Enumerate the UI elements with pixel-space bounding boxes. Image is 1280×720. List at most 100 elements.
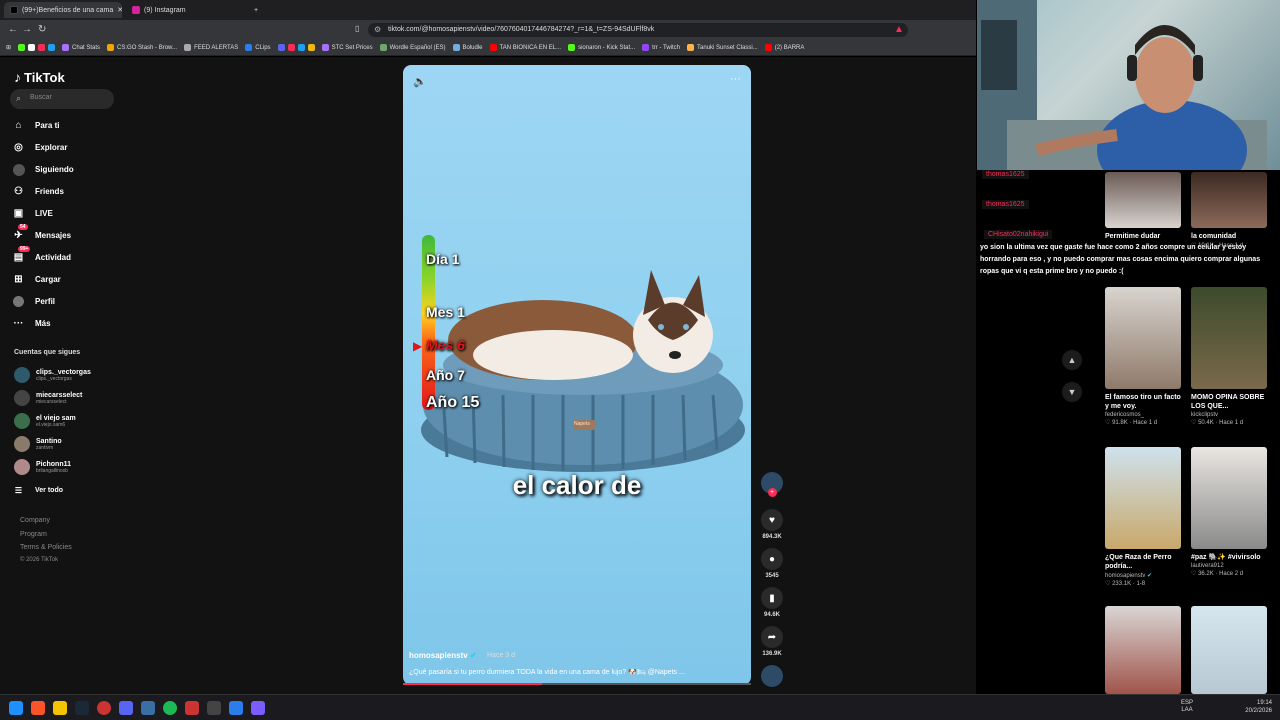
recommended-video[interactable]: MOMO OPINA SOBRE LOS QUE... kickclipstv …	[1191, 287, 1267, 426]
app-icon[interactable]	[251, 701, 265, 715]
footer-link-terms[interactable]: Terms & Policies	[20, 544, 72, 551]
stage-label: Año 7	[426, 367, 465, 383]
nav-item-mas[interactable]: ··· Más	[12, 317, 51, 330]
music-disc-button[interactable]	[758, 665, 786, 687]
recommended-video[interactable]: El famoso tiro un facto y me voy. federi…	[1105, 287, 1181, 426]
tiktok-logo[interactable]: ♪ TikTok	[14, 69, 65, 85]
recommended-video[interactable]	[1105, 606, 1181, 694]
nav-item-siguiendo[interactable]: Siguiendo	[12, 163, 74, 176]
followed-account[interactable]: el viejo sam el.viejo.sam6	[14, 413, 76, 429]
recommended-video[interactable]: #paz 🐘✨ #vivirsolo lautivera912 ♡ 36.2K …	[1191, 447, 1267, 577]
profile-icon	[12, 295, 25, 308]
see-all-link[interactable]: ☰ Ver todo	[12, 484, 63, 497]
scroll-down-button[interactable]: ▼	[1062, 382, 1082, 402]
avatar	[14, 390, 30, 406]
brave-browser-icon[interactable]	[31, 701, 45, 715]
bookmark-item[interactable]: TAN BIONICA EN EL...	[489, 44, 561, 51]
start-menu-icon[interactable]	[9, 701, 23, 715]
recommended-video[interactable]: ¿Que Raza de Perro podría... homosapiens…	[1105, 447, 1181, 587]
bookmark-item[interactable]: (2) BARRA	[764, 44, 804, 51]
tab-title: (99+)Beneficios de una cama	[22, 6, 114, 14]
bookmark-item[interactable]: Tanuki Sunset Classi...	[687, 44, 758, 51]
creator-avatar-button[interactable]: +	[758, 472, 786, 497]
bookmark-item[interactable]: Boludle	[452, 44, 483, 51]
forward-icon[interactable]: →	[22, 24, 32, 35]
comment-button[interactable]: ● 3545	[758, 548, 786, 579]
avatar	[14, 413, 30, 429]
site-info-icon[interactable]: ⚙	[374, 25, 381, 34]
footer-link-company[interactable]: Company	[20, 517, 50, 524]
obs-icon[interactable]	[97, 701, 111, 715]
bookmark-item[interactable]: FEED ALERTAS	[184, 44, 238, 51]
browser-tab-bar: (99+)Beneficios de una cama ✕ (9) Instag…	[0, 0, 976, 20]
followed-account[interactable]: miecarsselect miecarsselect	[14, 390, 82, 406]
url-text: tiktok.com/@homosapienstv/video/76076040…	[388, 26, 655, 33]
bookmark-icon[interactable]: ▯	[355, 24, 359, 33]
like-count: 894.3K	[762, 534, 782, 540]
followed-account[interactable]: clips._vectorgas clips._vectorgas	[14, 367, 91, 383]
browser-tab-tiktok[interactable]: (99+)Beneficios de una cama ✕	[4, 2, 122, 18]
stage-label: Mes 1	[426, 304, 465, 320]
new-tab-button[interactable]: +	[248, 2, 264, 18]
video-thumbnail	[1105, 447, 1181, 549]
share-button[interactable]: ➦ 136.9K	[758, 626, 786, 657]
search-input[interactable]: ⌕ Buscar	[10, 89, 114, 109]
bookmark-item[interactable]: CLips	[245, 44, 271, 51]
steam-icon[interactable]	[75, 701, 89, 715]
app-icon[interactable]	[185, 701, 199, 715]
footer-link-program[interactable]: Program	[20, 531, 47, 538]
app-icon[interactable]	[229, 701, 243, 715]
nav-item-mensajes[interactable]: ✈ 54 Mensajes	[12, 224, 71, 242]
upload-icon: ⊞	[14, 274, 23, 285]
spotify-icon[interactable]	[163, 701, 177, 715]
nav-item-actividad[interactable]: ▤ 99+ Actividad	[12, 246, 71, 264]
recommended-video[interactable]: la comunidad ♡ 10.1K · Hace 1 d	[1191, 172, 1267, 249]
video-progress-bar[interactable]	[403, 683, 751, 685]
discord-icon[interactable]	[119, 701, 133, 715]
verified-icon: ✔	[469, 651, 477, 660]
followed-account[interactable]: Pichonn11 brilangallinosb	[14, 459, 71, 475]
more-options-icon[interactable]: ···	[730, 73, 741, 85]
bookmark-item[interactable]: CS:GO Stash - Brow...	[107, 44, 177, 51]
recommended-video[interactable]: Permitime dudar	[1105, 172, 1181, 241]
bookmark-item[interactable]	[18, 44, 56, 51]
app-icon[interactable]	[207, 701, 221, 715]
nav-item-perfil[interactable]: Perfil	[12, 295, 55, 308]
bookmark-item[interactable]: STC Set Prices	[321, 44, 373, 51]
url-bar[interactable]: ⚙ tiktok.com/@homosapienstv/video/760760…	[368, 23, 908, 37]
bookmark-item[interactable]: Wordle Español (ES)	[379, 44, 446, 51]
nav-item-explorar[interactable]: ◎ Explorar	[12, 141, 67, 154]
nav-item-friends[interactable]: ⚇ Friends	[12, 185, 64, 198]
nav-item-cargar[interactable]: ⊞ Cargar	[12, 273, 61, 286]
apps-grid-icon[interactable]: ⊞	[6, 44, 11, 51]
file-explorer-icon[interactable]	[53, 701, 67, 715]
video-description[interactable]: ¿Qué pasaría si tu perro durmiera TODA l…	[409, 668, 739, 676]
brave-shield-icon[interactable]: ▲	[894, 24, 904, 35]
followed-account[interactable]: Santino zantivm	[14, 436, 62, 452]
video-author[interactable]: homosapienstv ✔	[409, 651, 477, 660]
scroll-up-button[interactable]: ▲	[1062, 350, 1082, 370]
nav-item-para-ti[interactable]: ⌂ Para ti	[12, 119, 59, 132]
compass-icon: ◎	[14, 142, 23, 153]
app-icon[interactable]	[141, 701, 155, 715]
list-icon: ☰	[14, 486, 23, 495]
chat-username: CHisato02nahikigui	[984, 230, 1053, 239]
bookmark-item[interactable]: Chat Stats	[62, 44, 100, 51]
recommended-video[interactable]	[1191, 606, 1267, 694]
close-tab-icon[interactable]: ✕	[117, 6, 122, 14]
video-thumbnail	[1105, 287, 1181, 389]
system-clock[interactable]: 19:14 20/2/2026	[1245, 699, 1272, 715]
volume-icon[interactable]: 🔈	[413, 75, 427, 88]
bookmark-item[interactable]: trr - Twitch	[642, 44, 680, 51]
follow-plus-icon[interactable]: +	[767, 488, 777, 497]
video-thumbnail	[1191, 287, 1267, 389]
like-button[interactable]: ♥ 894.3K	[758, 509, 786, 540]
bookmark-item[interactable]	[277, 44, 315, 51]
reload-icon[interactable]: ↻	[38, 24, 46, 35]
input-language[interactable]: ESP LAA	[1181, 700, 1193, 714]
back-icon[interactable]: ←	[8, 24, 18, 35]
save-button[interactable]: ▮ 94.6K	[758, 587, 786, 618]
nav-item-live[interactable]: ▣ LIVE	[12, 207, 53, 220]
browser-tab-instagram[interactable]: (9) Instagram	[126, 2, 244, 18]
bookmark-item[interactable]: sionaron - Kick Stat...	[568, 44, 635, 51]
